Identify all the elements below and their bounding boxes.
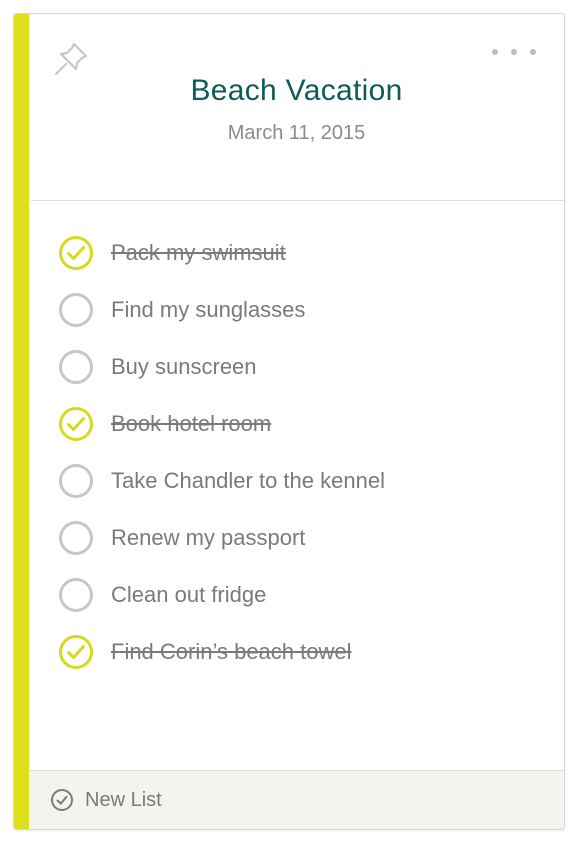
list-item[interactable]: Pack my swimsuit [29,224,564,281]
checked-circle-icon[interactable] [58,634,94,670]
list-item-label: Pack my swimsuit [111,239,286,265]
empty-circle-icon[interactable] [58,463,94,499]
list-item[interactable]: Renew my passport [29,509,564,566]
more-dot [511,49,517,55]
empty-circle-icon[interactable] [58,349,94,385]
more-options-icon[interactable] [492,40,536,64]
list-item[interactable]: Find my sunglasses [29,281,564,338]
more-dot [530,49,536,55]
divider [31,200,564,201]
list-item-label: Take Chandler to the kennel [111,467,385,493]
list-item-label: Renew my passport [111,524,306,550]
list-item-label: Find my sunglasses [111,296,306,322]
new-list-label: New List [85,788,162,811]
empty-circle-icon[interactable] [58,577,94,613]
checked-circle-icon[interactable] [58,406,94,442]
list-item-label: Book hotel room [111,410,272,436]
list-title[interactable]: Beach Vacation [29,74,564,108]
list-item[interactable]: Book hotel room [29,395,564,452]
check-circle-icon [50,788,74,812]
list-card: Beach Vacation March 11, 2015 Pack my sw… [14,14,564,829]
empty-circle-icon[interactable] [58,292,94,328]
list-item-label: Buy sunscreen [111,353,257,379]
list-item[interactable]: Find Corin’s beach towel [29,623,564,680]
list-item[interactable]: Buy sunscreen [29,338,564,395]
pin-icon[interactable] [52,38,92,78]
list-item[interactable]: Clean out fridge [29,566,564,623]
checked-circle-icon[interactable] [58,235,94,271]
list-item-label: Clean out fridge [111,581,267,607]
new-list-button[interactable]: New List [29,770,564,829]
todo-list: Pack my swimsuit Find my sunglasses Buy su… [29,224,564,680]
accent-bar [14,14,29,829]
list-item[interactable]: Take Chandler to the kennel [29,452,564,509]
list-date: March 11, 2015 [227,122,366,144]
empty-circle-icon[interactable] [58,520,94,556]
list-item-label: Find Corin’s beach towel [111,638,352,664]
more-dot [492,49,498,55]
